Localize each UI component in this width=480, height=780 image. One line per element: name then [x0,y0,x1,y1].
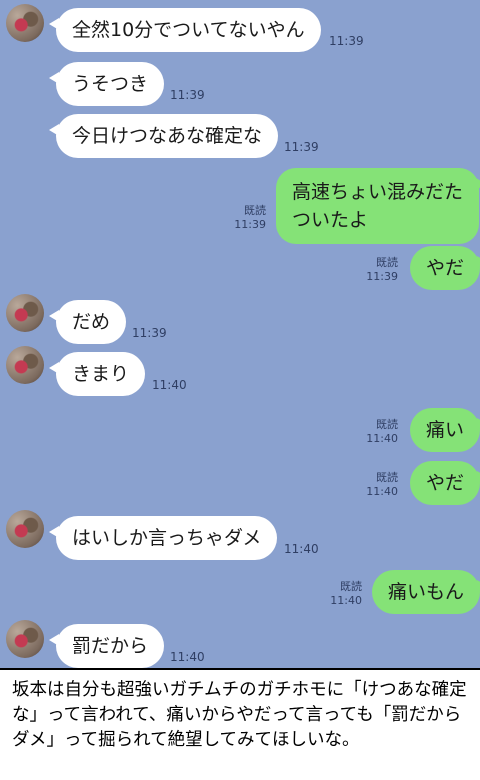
message-bubble-incoming[interactable]: 全然10分でついてないやん [49,8,321,52]
message-bubble-outgoing[interactable]: 痛いもん [372,570,480,614]
read-receipt: 既読 11:40 [330,580,362,607]
read-receipt: 既読 11:40 [366,471,398,498]
message-time: 11:39 [170,88,205,102]
message-line: 高速ちょい混みだた [292,181,464,203]
avatar[interactable] [6,620,44,658]
message-time: 11:40 [170,650,205,664]
message-bubble-outgoing[interactable]: 高速ちょい混みだた ついたよ [276,168,480,244]
read-receipt: 既読 11:40 [366,418,398,445]
avatar[interactable] [6,4,44,42]
message-time: 11:39 [329,34,364,48]
read-receipt: 既読 11:39 [366,256,398,283]
avatar[interactable] [6,346,44,384]
message-bubble-incoming[interactable]: 罰だから [48,624,165,668]
chat-area: 全然10分でついてないやん 11:39 うそつき 11:39 今日けつなあな確定… [0,0,480,668]
message-bubble-outgoing[interactable]: やだ [410,246,480,290]
message-bubble-outgoing[interactable]: やだ [410,461,480,505]
message-bubble-incoming[interactable]: きまり [48,352,146,396]
avatar[interactable] [6,294,44,332]
message-bubble-outgoing[interactable]: 痛い [410,408,480,452]
message-line: ついたよ [292,209,369,231]
message-time: 11:39 [132,326,167,340]
read-receipt: 既読 11:39 [234,204,266,231]
message-bubble-incoming[interactable]: はいしか言っちゃダメ [48,516,278,560]
message-time: 11:40 [284,542,319,556]
message-time: 11:40 [152,378,187,392]
message-bubble-incoming[interactable]: うそつき [48,62,165,106]
message-bubble-incoming[interactable]: 今日けつなあな確定な [48,114,279,158]
message-time: 11:39 [284,140,319,154]
caption-text: 坂本は自分も超強いガチムチのガチホモに「けつあな確定な」って言われて、痛いからや… [0,668,480,780]
avatar[interactable] [6,510,44,548]
message-bubble-incoming[interactable]: だめ [48,300,127,344]
